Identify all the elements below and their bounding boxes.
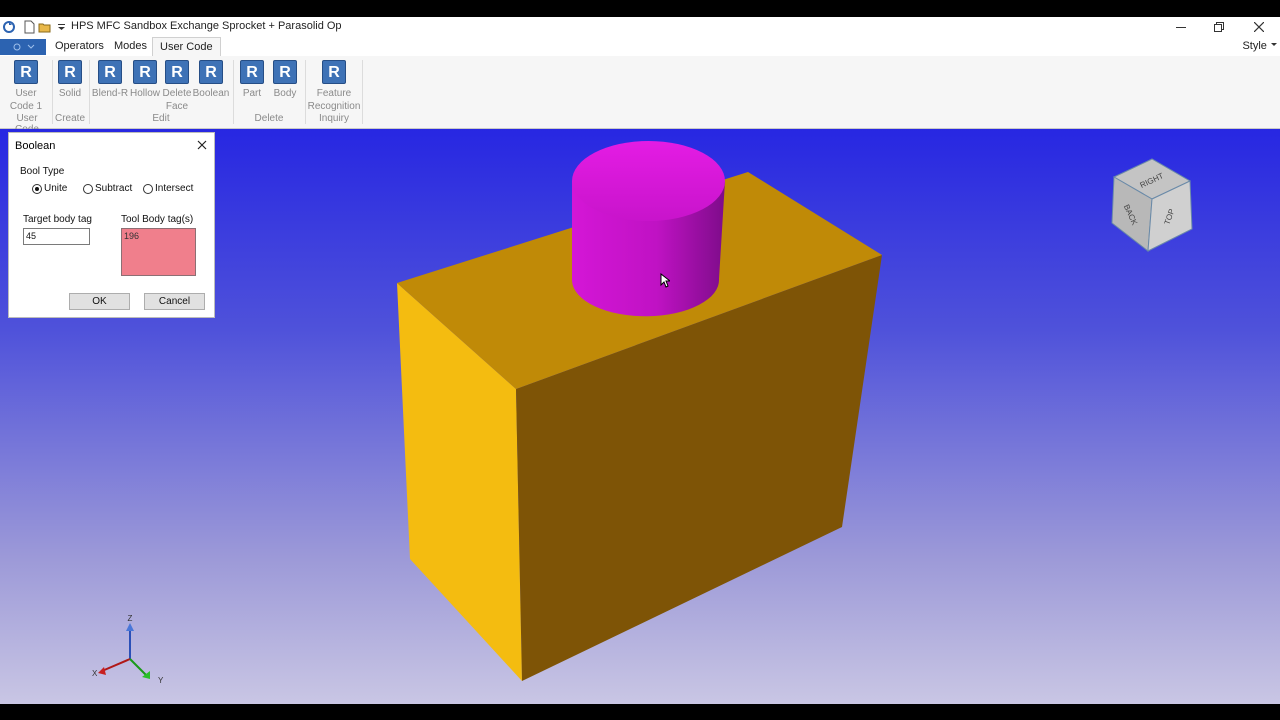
radio-indicator (83, 183, 93, 194)
radio-label: Intersect (155, 183, 194, 194)
group-label-create: Create (54, 113, 85, 124)
view-cube[interactable]: RIGHT BACK TOP (1108, 157, 1196, 255)
radio-indicator (143, 183, 153, 194)
r-icon: R (199, 60, 223, 84)
axis-label-y: Y (158, 676, 164, 685)
group-label-inquiry: Inquiry (318, 113, 349, 124)
user-code-1-button[interactable]: R User Code 1 (6, 60, 46, 113)
close-icon (1254, 22, 1264, 32)
blend-r-button[interactable]: R Blend-R (90, 60, 130, 100)
chevron-down-icon (1271, 43, 1277, 46)
app-logo-icon[interactable] (2, 20, 16, 34)
feature-recognition-button[interactable]: R Feature Recognition (306, 60, 362, 113)
style-menu-label: Style (1242, 40, 1267, 52)
radio-indicator (32, 183, 42, 194)
open-folder-icon[interactable] (38, 20, 52, 34)
target-body-label: Target body tag (23, 214, 92, 225)
ribbon-tab-row: Operators Modes User Code Style (0, 37, 1280, 57)
quick-access-dropdown-icon[interactable] (55, 20, 69, 34)
r-icon: R (14, 60, 38, 84)
radio-unite[interactable]: Unite (32, 183, 67, 194)
r-icon: R (165, 60, 189, 84)
cancel-button[interactable]: Cancel (144, 293, 205, 310)
minimize-button[interactable] (1162, 17, 1200, 37)
tab-modes[interactable]: Modes (107, 37, 154, 56)
button-label: Feature Recognition (307, 88, 361, 112)
axis-triad: Z X Y (92, 614, 164, 685)
tool-body-input[interactable]: 196 (121, 228, 196, 276)
group-separator (362, 60, 363, 124)
new-file-icon[interactable] (22, 20, 36, 34)
close-button[interactable] (1240, 17, 1278, 37)
r-icon: R (273, 60, 297, 84)
ok-button[interactable]: OK (69, 293, 130, 310)
group-label-delete: Delete (254, 113, 284, 124)
radio-label: Unite (44, 183, 68, 194)
boolean-dialog: Boolean Bool Type Unite Subtract Interse… (8, 132, 215, 318)
tab-user-code[interactable]: User Code (152, 37, 221, 57)
r-icon: R (240, 60, 264, 84)
minimize-icon (1176, 27, 1186, 28)
window-title: HPS MFC Sandbox Exchange Sprocket + Para… (71, 20, 342, 32)
mouse-cursor-icon (660, 273, 670, 288)
delete-body-button[interactable]: R Body (265, 60, 305, 100)
r-icon: R (98, 60, 122, 84)
ribbon-panel: R User Code 1 User Code R Solid Create R… (0, 56, 1280, 135)
boolean-button[interactable]: R Boolean (191, 60, 231, 100)
tool-body-label: Tool Body tag(s) (121, 214, 194, 225)
radio-intersect[interactable]: Intersect (143, 183, 193, 194)
group-label-edit: Edit (152, 113, 170, 124)
axis-label-z: Z (128, 614, 133, 623)
radio-label: Subtract (95, 183, 133, 194)
dialog-title: Boolean (15, 140, 56, 152)
button-label: Boolean (192, 88, 230, 99)
dialog-close-icon[interactable] (196, 139, 208, 151)
file-menu-icon (13, 43, 35, 51)
radio-subtract[interactable]: Subtract (83, 183, 132, 194)
cylinder-body[interactable] (572, 141, 725, 317)
r-icon: R (133, 60, 157, 84)
r-icon: R (322, 60, 346, 84)
button-label: Solid (58, 88, 82, 99)
button-label: Blend-R (91, 88, 129, 99)
file-menu-button[interactable] (0, 39, 46, 55)
style-menu[interactable]: Style (1242, 37, 1278, 56)
button-label: Body (273, 88, 297, 99)
axis-label-x: X (92, 669, 98, 678)
tab-operators[interactable]: Operators (48, 37, 111, 56)
application-window: HPS MFC Sandbox Exchange Sprocket + Para… (0, 17, 1280, 704)
solid-button[interactable]: R Solid (50, 60, 90, 100)
title-bar: HPS MFC Sandbox Exchange Sprocket + Para… (0, 17, 1280, 37)
r-icon: R (58, 60, 82, 84)
restore-button[interactable] (1200, 17, 1238, 37)
bool-type-label: Bool Type (20, 166, 65, 177)
restore-icon (1214, 22, 1224, 32)
button-label: User Code 1 (9, 88, 43, 112)
target-body-input[interactable]: 45 (23, 228, 90, 245)
